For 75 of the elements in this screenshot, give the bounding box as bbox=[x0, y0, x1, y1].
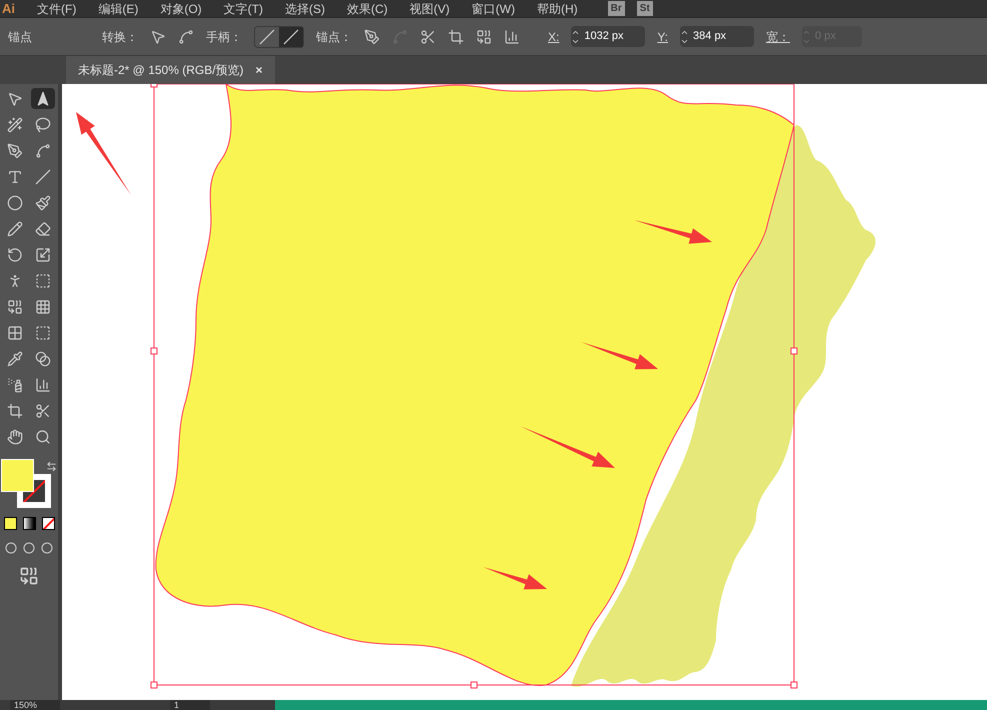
curve-icon bbox=[392, 28, 408, 44]
app-logo: Ai bbox=[2, 0, 15, 18]
artboard-icon bbox=[7, 402, 23, 418]
tool-button[interactable] bbox=[31, 88, 55, 109]
menu-item[interactable]: 帮助(H) bbox=[536, 0, 578, 18]
handle-icon bbox=[283, 28, 299, 44]
hand-icon bbox=[7, 428, 23, 444]
x-field[interactable]: 1032 px bbox=[571, 26, 646, 47]
menu-item[interactable]: 选择(S) bbox=[284, 0, 325, 18]
menu-item[interactable]: 对象(O) bbox=[160, 0, 202, 18]
smooth-point-icon bbox=[178, 28, 194, 44]
corner-point-icon bbox=[150, 28, 166, 44]
selection-handle[interactable] bbox=[150, 348, 158, 354]
document-tab[interactable]: 未标题-2* @ 150% (RGB/预览) × bbox=[66, 56, 275, 84]
swap-icon[interactable] bbox=[46, 461, 57, 472]
selection-handle[interactable] bbox=[790, 348, 798, 354]
draw-mode-icon[interactable] bbox=[5, 542, 17, 554]
app-badge[interactable]: St bbox=[636, 1, 653, 16]
mode-label: 锚点 bbox=[8, 28, 33, 46]
artboard-icon bbox=[448, 28, 464, 44]
rotate-icon bbox=[7, 246, 23, 262]
pencil-icon bbox=[7, 220, 23, 236]
pen-icon bbox=[7, 142, 23, 158]
menu-item[interactable]: 窗口(W) bbox=[472, 0, 515, 18]
mesh-icon bbox=[7, 324, 23, 340]
menu-item[interactable]: 文件(F) bbox=[37, 0, 76, 18]
page-field[interactable]: 1 bbox=[170, 700, 210, 710]
draw-mode-icon[interactable] bbox=[23, 542, 35, 554]
x-label: X: bbox=[548, 28, 560, 46]
brush-icon bbox=[35, 194, 51, 210]
menu-item[interactable]: 文字(T) bbox=[224, 0, 263, 18]
tab-title: 未标题-2* @ 150% (RGB/预览) bbox=[78, 62, 244, 79]
menu-item[interactable]: 效果(C) bbox=[346, 0, 388, 18]
pointer-icon bbox=[35, 90, 51, 106]
gradient-mode-button[interactable] bbox=[22, 517, 36, 530]
fill-stroke-swatches[interactable] bbox=[1, 459, 51, 508]
ellipse-icon bbox=[7, 194, 23, 210]
search-icon bbox=[35, 428, 51, 444]
convert-label: 转换： bbox=[102, 28, 138, 46]
selection-handle[interactable] bbox=[150, 682, 158, 688]
none-mode-button[interactable] bbox=[42, 517, 54, 530]
menu-item[interactable]: 编辑(E) bbox=[98, 0, 138, 18]
handle-icon bbox=[259, 28, 275, 44]
pointer-icon bbox=[7, 90, 23, 106]
width-label: 宽： bbox=[766, 28, 790, 46]
screen-mode-icon[interactable] bbox=[19, 566, 39, 586]
draw-mode-icon[interactable] bbox=[41, 542, 53, 554]
line-icon bbox=[35, 168, 51, 184]
app-badge[interactable]: Br bbox=[608, 1, 625, 16]
eraser-icon bbox=[35, 220, 51, 236]
y-label: Y: bbox=[657, 28, 668, 46]
bar-chart-icon bbox=[35, 376, 51, 392]
menu-item[interactable]: 视图(V) bbox=[410, 0, 450, 18]
scale-icon bbox=[35, 246, 51, 262]
lasso-icon bbox=[35, 116, 51, 132]
color-mode-button[interactable] bbox=[4, 517, 16, 530]
eyedropper-icon bbox=[7, 350, 23, 366]
zoom-field[interactable]: 150% bbox=[10, 700, 60, 710]
anchors-label: 锚点： bbox=[316, 28, 352, 46]
arrow-annotation bbox=[483, 567, 547, 590]
close-button[interactable]: × bbox=[256, 61, 263, 79]
transform-icon bbox=[35, 272, 51, 288]
pen-icon bbox=[364, 28, 380, 44]
handles-label: 手柄： bbox=[206, 28, 242, 46]
blend-icon bbox=[35, 350, 51, 366]
perspective-grid-icon bbox=[35, 298, 51, 314]
handle-mode-button[interactable] bbox=[279, 26, 303, 46]
wand-icon bbox=[7, 116, 23, 132]
y-field[interactable]: 384 px bbox=[680, 26, 754, 47]
spray-can-icon bbox=[7, 376, 23, 392]
type-icon bbox=[7, 168, 23, 184]
curve-pen-icon bbox=[35, 142, 51, 158]
cut-path-icon bbox=[420, 28, 436, 44]
selection-handle[interactable] bbox=[790, 682, 798, 688]
selection-handle[interactable] bbox=[470, 682, 478, 688]
